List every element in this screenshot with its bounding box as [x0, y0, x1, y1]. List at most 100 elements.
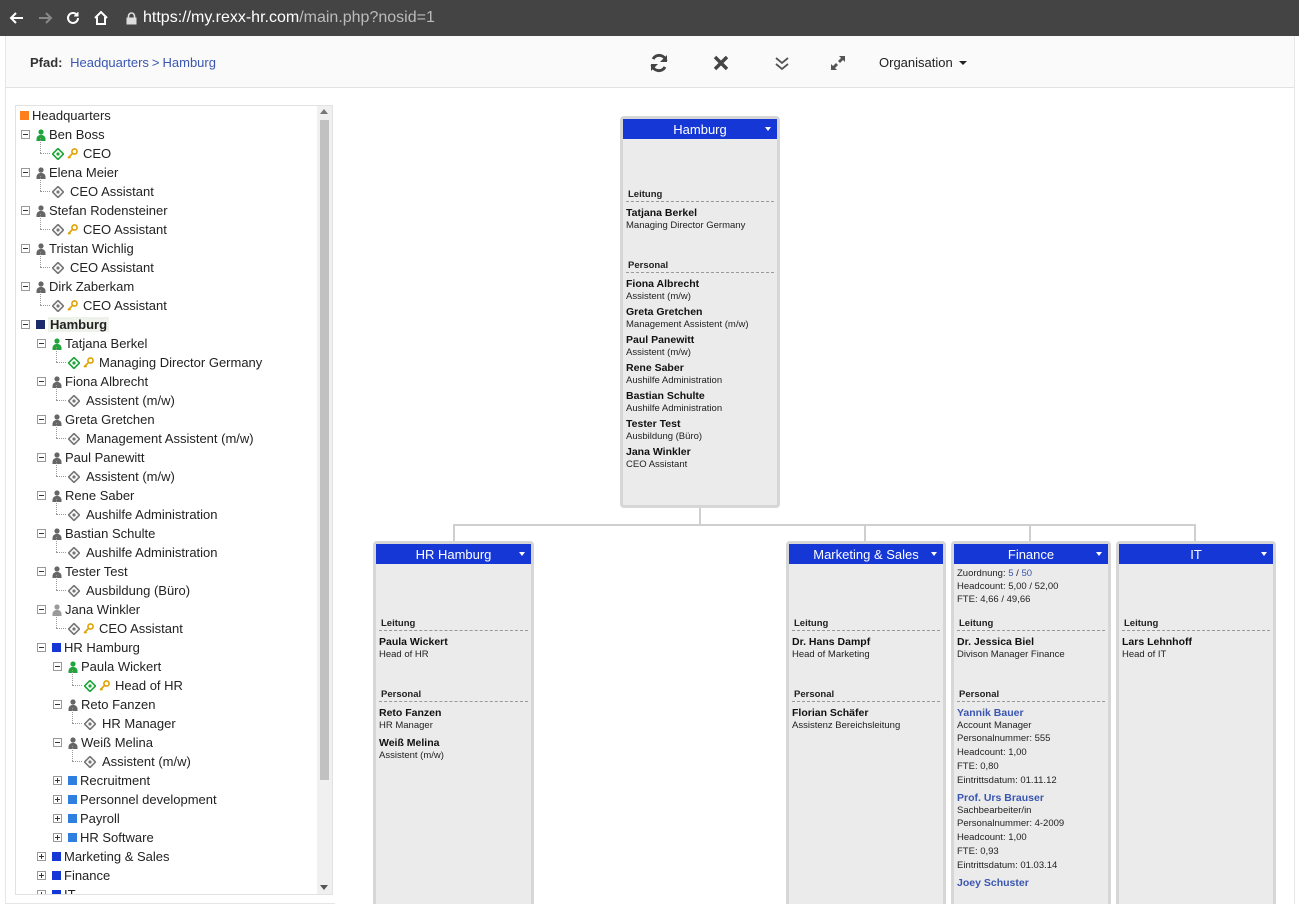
person-name[interactable]: Tester Test	[623, 418, 777, 430]
expand-toggle-icon[interactable]	[53, 776, 62, 785]
tree-person-node[interactable]: Bastian Schulte	[37, 524, 155, 543]
tree-person-node[interactable]: Greta Gretchen	[37, 410, 155, 429]
tree-position-node[interactable]: Aushilfe Administration	[68, 543, 218, 562]
person-name[interactable]: Greta Gretchen	[623, 306, 777, 318]
org-box-header[interactable]: HR Hamburg	[376, 544, 531, 564]
forward-icon[interactable]	[34, 7, 56, 29]
tree-person-node[interactable]: Dirk Zaberkam	[21, 277, 134, 296]
breadcrumb-headquarters[interactable]: Headquarters	[70, 55, 149, 70]
tree-dept-node[interactable]: Marketing & Sales	[37, 847, 170, 866]
expand-toggle-icon[interactable]	[37, 852, 46, 861]
dropdown-icon[interactable]	[1261, 552, 1267, 556]
tree-position-node[interactable]: Ausbildung (Büro)	[68, 581, 190, 600]
person-name[interactable]: Rene Saber	[623, 362, 777, 374]
person-name[interactable]: Dr. Jessica Biel	[954, 636, 1108, 648]
collapse-toggle-icon[interactable]	[37, 643, 46, 652]
expand-toggle-icon[interactable]	[53, 833, 62, 842]
back-icon[interactable]	[6, 7, 28, 29]
expand-all-icon[interactable]	[770, 51, 794, 75]
org-box-marketing-sales[interactable]: Marketing & Sales Leitung Dr. Hans Dampf…	[786, 541, 946, 904]
person-name[interactable]: Fiona Albrecht	[623, 278, 777, 290]
collapse-toggle-icon[interactable]	[21, 320, 30, 329]
zuordnung-link[interactable]: 50	[1021, 568, 1032, 579]
collapse-toggle-icon[interactable]	[37, 529, 46, 538]
org-box-finance[interactable]: Finance Zuordnung: 5 / 50 Headcount: 5,0…	[951, 541, 1111, 904]
tree-dept-node[interactable]: HR Hamburg	[37, 638, 140, 657]
tree-position-node[interactable]: Management Assistent (m/w)	[68, 429, 254, 448]
collapse-toggle-icon[interactable]	[53, 662, 62, 671]
collapse-toggle-icon[interactable]	[53, 738, 62, 747]
tree-person-node[interactable]: Jana Winkler	[37, 600, 140, 619]
collapse-toggle-icon[interactable]	[37, 415, 46, 424]
person-name[interactable]: Jana Winkler	[623, 446, 777, 458]
expand-toggle-icon[interactable]	[53, 795, 62, 804]
person-name[interactable]: Weiß Melina	[376, 737, 531, 749]
collapse-toggle-icon[interactable]	[21, 282, 30, 291]
dropdown-icon[interactable]	[931, 552, 937, 556]
tree-person-node[interactable]: Paul Panewitt	[37, 448, 145, 467]
tree-position-node[interactable]: CEO Assistant	[68, 619, 183, 638]
person-name-link[interactable]: Yannik Bauer	[954, 707, 1108, 719]
person-name[interactable]: Paula Wickert	[376, 636, 531, 648]
tree-dept-node[interactable]: Recruitment	[53, 771, 150, 790]
breadcrumb-hamburg[interactable]: Hamburg	[163, 55, 216, 70]
org-box-header[interactable]: IT	[1119, 544, 1273, 564]
tree-position-node[interactable]: CEO Assistant	[52, 220, 167, 239]
scrollbar-thumb[interactable]	[320, 120, 329, 780]
tree-position-node[interactable]: Aushilfe Administration	[68, 505, 218, 524]
collapse-toggle-icon[interactable]	[37, 491, 46, 500]
collapse-toggle-icon[interactable]	[37, 377, 46, 386]
collapse-toggle-icon[interactable]	[21, 206, 30, 215]
person-name[interactable]: Florian Schäfer	[789, 707, 943, 719]
person-name[interactable]: Reto Fanzen	[376, 707, 531, 719]
collapse-toggle-icon[interactable]	[37, 567, 46, 576]
collapse-toggle-icon[interactable]	[53, 700, 62, 709]
tree-position-node[interactable]: Managing Director Germany	[68, 353, 262, 372]
collapse-toggle-icon[interactable]	[21, 130, 30, 139]
address-bar[interactable]: https://my.rexx-hr.com/main.php?nosid=1	[126, 4, 435, 32]
tree-person-node[interactable]: Rene Saber	[37, 486, 134, 505]
tree-dept-node[interactable]: HR Software	[53, 828, 154, 847]
person-name-link[interactable]: Prof. Urs Brauser	[954, 792, 1108, 804]
tree-dept-node[interactable]: IT	[37, 885, 76, 894]
tree-position-node[interactable]: CEO	[52, 144, 111, 163]
tree-position-node[interactable]: Assistent (m/w)	[68, 467, 175, 486]
expand-toggle-icon[interactable]	[37, 871, 46, 880]
person-name[interactable]: Bastian Schulte	[623, 390, 777, 402]
tree-person-node[interactable]: Weiß Melina	[53, 733, 153, 752]
tree-person-node[interactable]: Tristan Wichlig	[21, 239, 134, 258]
tree-person-node[interactable]: Stefan Rodensteiner	[21, 201, 168, 220]
tree-person-node[interactable]: Tester Test	[37, 562, 128, 581]
org-box-it[interactable]: IT Leitung Lars Lehnhoff Head of IT	[1116, 541, 1276, 904]
fullscreen-icon[interactable]	[826, 51, 850, 75]
organisation-menu[interactable]: Organisation	[879, 55, 967, 70]
collapse-toggle-icon[interactable]	[37, 339, 46, 348]
tree-position-node[interactable]: CEO Assistant	[52, 258, 154, 277]
person-name[interactable]: Lars Lehnhoff	[1119, 636, 1273, 648]
tree-position-node[interactable]: Head of HR	[84, 676, 183, 695]
dropdown-icon[interactable]	[519, 552, 525, 556]
person-name-link[interactable]: Joey Schuster	[954, 877, 1108, 889]
tree-person-node[interactable]: Reto Fanzen	[53, 695, 155, 714]
collapse-toggle-icon[interactable]	[37, 453, 46, 462]
tree-dept-node[interactable]: Finance	[37, 866, 110, 885]
person-name[interactable]: Paul Panewitt	[623, 334, 777, 346]
expand-toggle-icon[interactable]	[37, 890, 46, 894]
org-box-header[interactable]: Marketing & Sales	[789, 544, 943, 564]
tree-person-node[interactable]: Tatjana Berkel	[37, 334, 147, 353]
dropdown-icon[interactable]	[765, 127, 771, 131]
tree-person-node[interactable]: Fiona Albrecht	[37, 372, 148, 391]
tree-person-node[interactable]: Ben Boss	[21, 125, 105, 144]
refresh-icon[interactable]	[647, 51, 671, 75]
org-box-hamburg[interactable]: Hamburg Leitung Tatjana Berkel Managing …	[620, 116, 780, 508]
tree-scrollbar[interactable]	[317, 106, 332, 894]
zuordnung-link[interactable]: 5	[1008, 568, 1013, 579]
collapse-toggle-icon[interactable]	[37, 605, 46, 614]
expand-toggle-icon[interactable]	[53, 814, 62, 823]
person-name[interactable]: Dr. Hans Dampf	[789, 636, 943, 648]
tree-person-node[interactable]: Paula Wickert	[53, 657, 161, 676]
tree-position-node[interactable]: HR Manager	[84, 714, 176, 733]
collapse-toggle-icon[interactable]	[21, 168, 30, 177]
scroll-down-icon[interactable]	[320, 885, 328, 890]
reload-icon[interactable]	[62, 7, 84, 29]
